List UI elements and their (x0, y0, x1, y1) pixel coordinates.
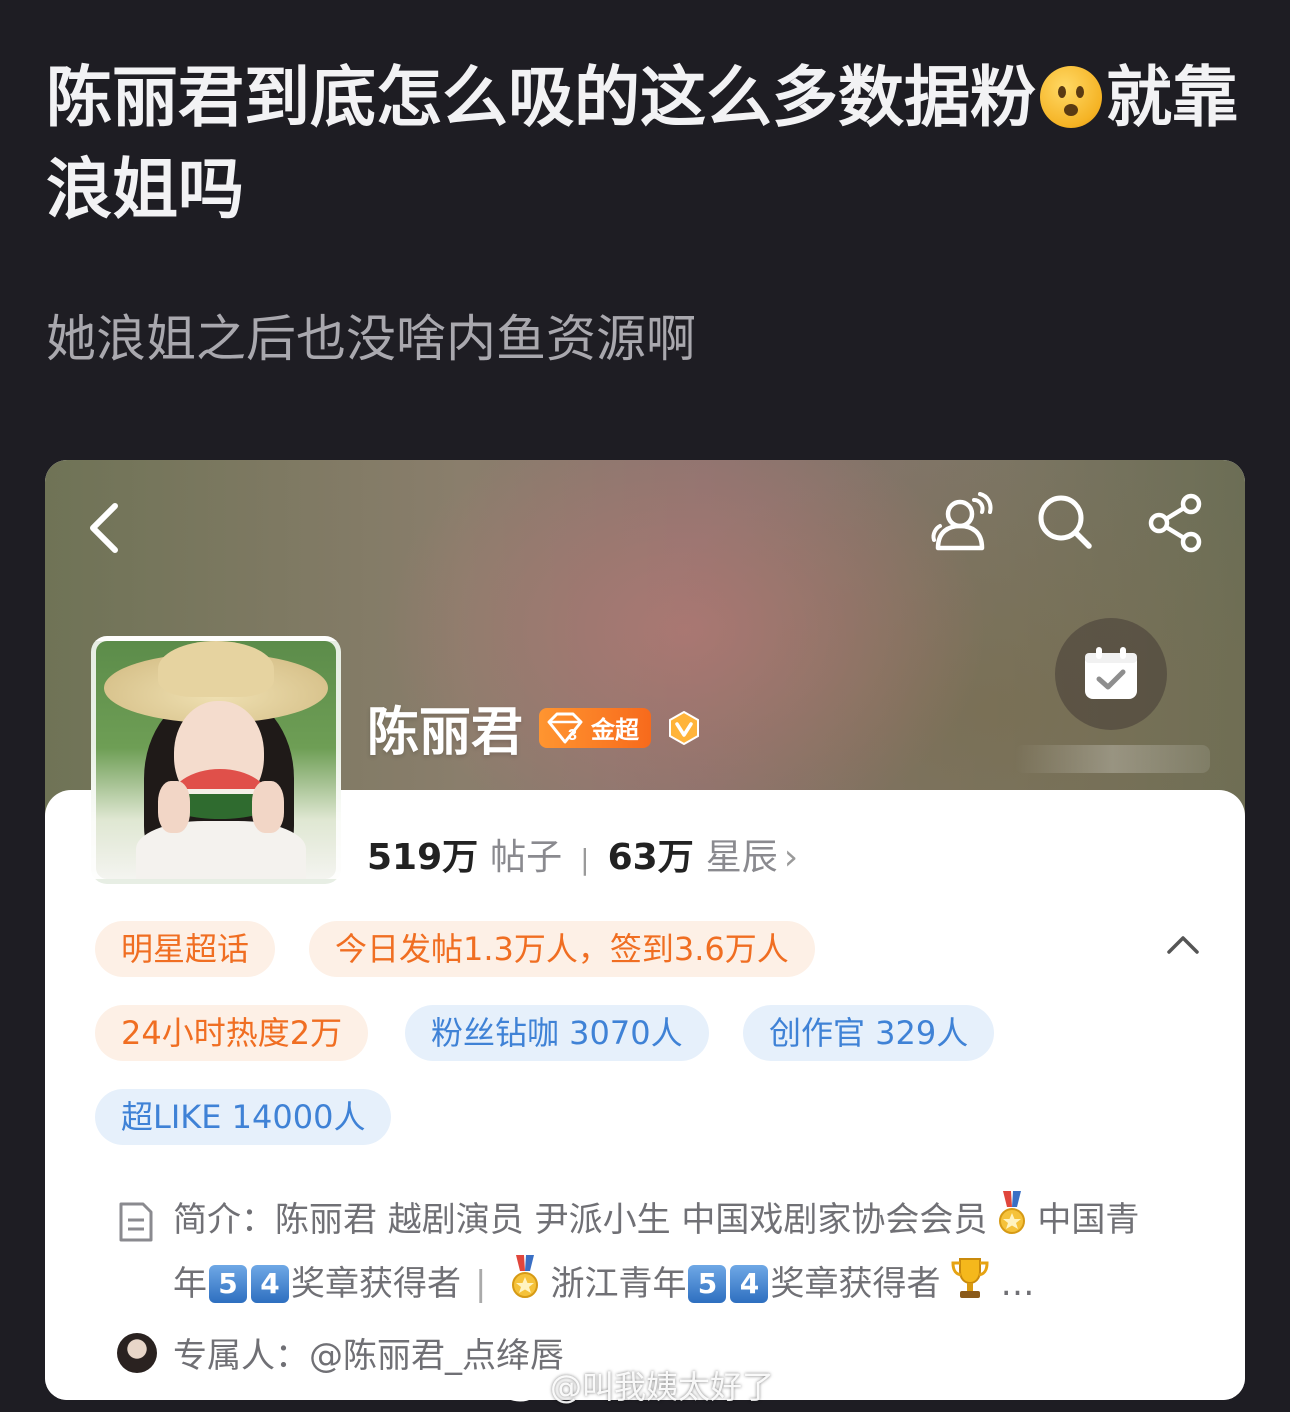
tag-creator[interactable]: 创作官 329人 (743, 1005, 995, 1061)
owner-avatar[interactable] (117, 1332, 157, 1373)
weibo-watermark: @叫我姨太好了 (500, 1362, 774, 1408)
share-icon[interactable] (1145, 492, 1207, 554)
intro-ellipsis: … (1000, 1264, 1035, 1304)
stars-count: 63万 (607, 837, 694, 878)
post-subtitle: 她浪姐之后也没啥内鱼资源啊 (46, 310, 696, 368)
posts-count: 519万 (367, 837, 479, 878)
level-badge[interactable]: 3 金超 (539, 707, 652, 748)
posts-label: 帖子 (490, 837, 563, 878)
super-topic-card[interactable]: 陈丽君 3 金超 519万 帖子 | 63万 星辰 › 明星超话 今日发帖1.3… (45, 460, 1245, 1400)
checkin-button[interactable] (1055, 618, 1167, 730)
document-icon (119, 1202, 153, 1242)
intro-label: 简介： (173, 1200, 275, 1240)
intro-text-d: 浙江青年 (550, 1264, 687, 1304)
intro-text-c: 奖章获得者 (291, 1264, 461, 1304)
medal-icon (512, 1255, 539, 1298)
owner-row[interactable]: 专属人： @陈丽君_点绛唇 (117, 1328, 564, 1377)
chevron-up-icon[interactable] (1163, 930, 1203, 960)
number-chip: 5 (688, 1265, 727, 1303)
post-title-part1: 陈丽君到底怎么吸的这么多数据粉 (46, 59, 1036, 136)
topic-stats: 519万 帖子 | 63万 星辰 › (367, 828, 798, 880)
tag-heat[interactable]: 24小时热度2万 (95, 1005, 369, 1061)
weibo-logo-icon (501, 1370, 542, 1402)
tag-fan-diamond[interactable]: 粉丝钻咖 3070人 (405, 1005, 709, 1061)
stars-link[interactable]: 星辰 (706, 828, 778, 880)
trophy-icon (951, 1258, 989, 1298)
number-chip: 4 (251, 1265, 289, 1303)
calendar-check-icon (1085, 647, 1137, 699)
medal-icon (999, 1191, 1026, 1234)
star-avatar[interactable] (91, 636, 341, 884)
verified-v-icon (669, 710, 700, 745)
profile-name-row: 陈丽君 3 金超 (367, 690, 701, 765)
number-chip: 4 (730, 1265, 769, 1303)
intro-separator: | (475, 1264, 487, 1304)
worried-face-emoji-icon (1040, 66, 1102, 128)
stats-divider: | (580, 843, 590, 876)
intro-text-e: 奖章获得者 (770, 1264, 941, 1304)
intro-text: 简介：陈丽君 越剧演员 尹派小生 中国戏剧家协会会员 中国青年 5 4 奖章获得者 | 浙江… (173, 1188, 1173, 1316)
back-icon[interactable] (79, 498, 139, 558)
level-number: 3 (568, 727, 577, 744)
level-label: 金超 (591, 716, 640, 744)
search-icon[interactable] (1035, 492, 1095, 552)
intro-text-a: 陈丽君 越剧演员 尹派小生 中国戏剧家协会会员 (275, 1200, 988, 1240)
tag-category[interactable]: 明星超话 (95, 921, 276, 977)
star-name: 陈丽君 (367, 703, 524, 763)
tag-today-stats[interactable]: 今日发帖1.3万人，签到3.6万人 (309, 921, 815, 977)
post-title: 陈丽君到底怎么吸的这么多数据粉 就靠浪姐吗 (46, 52, 1246, 236)
watermark-text: @叫我姨太好了 (550, 1368, 775, 1406)
blurred-banner-text (1015, 745, 1210, 773)
people-icon[interactable] (930, 490, 996, 556)
chevron-right-icon[interactable]: › (784, 837, 798, 878)
owner-label: 专属人： (173, 1336, 309, 1376)
tag-super-like[interactable]: 超LIKE 14000人 (95, 1089, 392, 1145)
diamond-level-icon: 3 (547, 712, 583, 744)
number-chip: 5 (209, 1265, 247, 1303)
